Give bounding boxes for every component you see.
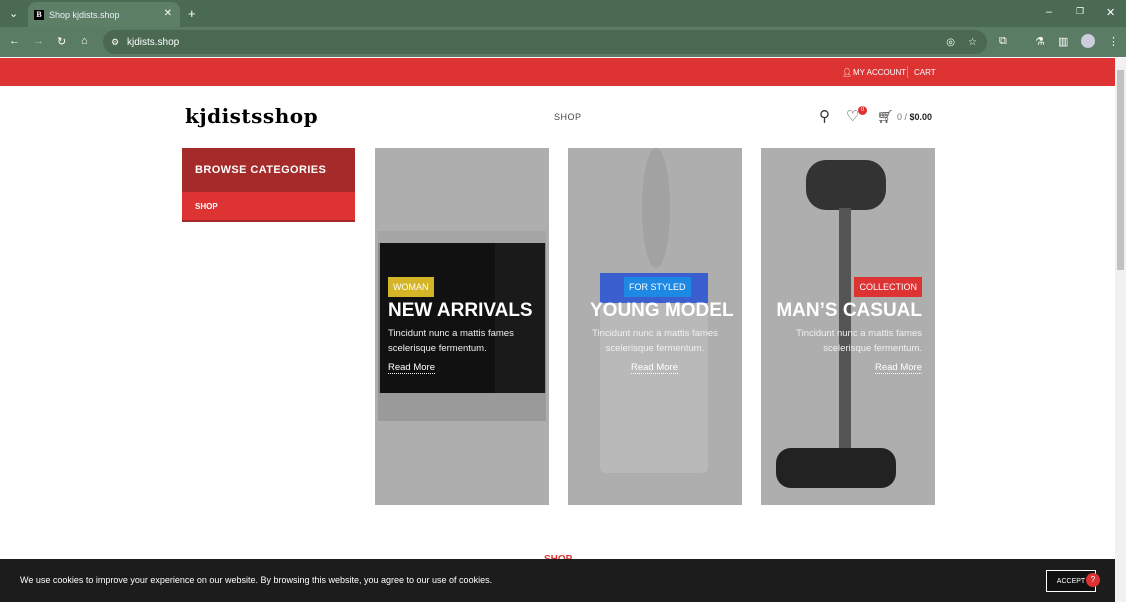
banner-description: Tincidunt nunc a mattis fames scelerisqu… (592, 328, 718, 354)
tab-title: Shop kjdists.shop (49, 9, 120, 20)
extensions-icon[interactable]: ⧉ (999, 35, 1007, 48)
search-icon[interactable]: ⚲ (819, 107, 830, 125)
back-icon[interactable]: ← (9, 35, 20, 47)
wishlist-count-badge: 0 (858, 106, 867, 115)
banner-title: MAN’S CASUAL (776, 300, 922, 321)
tab-search-icon[interactable]: ⌄ (9, 7, 18, 20)
banner-label: FOR STYLED (624, 277, 691, 297)
my-account-link[interactable]: MY ACCOUNT (853, 68, 906, 77)
cart-summary[interactable]: 0 / $0.00 (897, 112, 932, 122)
banner-label: COLLECTION (854, 277, 922, 297)
favicon: B (34, 9, 44, 20)
forward-icon[interactable]: → (33, 35, 44, 47)
banner-young-model[interactable]: FOR STYLED YOUNG MODEL Tincidunt nunc a … (568, 148, 742, 505)
eye-off-icon[interactable]: ◎ (946, 37, 955, 48)
side-panel-icon[interactable]: ▥ (1058, 35, 1068, 48)
cookie-text: We use cookies to improve your experienc… (20, 575, 493, 585)
banner-description: Tincidunt nunc a mattis fames scelerisqu… (796, 328, 922, 354)
banner-description: Tincidunt nunc a mattis fames scelerisqu… (388, 328, 514, 354)
menu-icon[interactable]: ⋮ (1108, 35, 1119, 48)
new-tab-icon[interactable]: + (188, 6, 196, 21)
labs-icon[interactable]: ⚗ (1035, 35, 1045, 48)
banner-new-arrivals[interactable]: WOMAN NEW ARRIVALS Tincidunt nunc a matt… (375, 148, 549, 505)
profile-avatar[interactable] (1081, 34, 1095, 48)
scrollbar[interactable] (1115, 58, 1126, 602)
site-logo[interactable]: kjdistsshop (185, 104, 318, 128)
close-window-icon[interactable]: ✕ (1106, 6, 1115, 19)
user-icon: 👤︎ (842, 68, 853, 77)
banner-title: YOUNG MODEL (590, 300, 734, 321)
cart-icon[interactable]: 🛒︎ (877, 109, 894, 125)
read-more-link[interactable]: Read More (875, 362, 922, 374)
cart-link[interactable]: CART (914, 68, 936, 77)
read-more-link[interactable]: Read More (388, 362, 435, 374)
bookmark-star-icon[interactable]: ☆ (968, 37, 977, 48)
restore-icon[interactable]: ❐ (1076, 6, 1084, 17)
close-tab-icon[interactable]: ✕ (164, 8, 172, 19)
banner-label: WOMAN (388, 277, 434, 297)
read-more-link[interactable]: Read More (631, 362, 678, 374)
banner-mans-casual[interactable]: COLLECTION MAN’S CASUAL Tincidunt nunc a… (761, 148, 935, 505)
url-text: kjdists.shop (127, 36, 180, 48)
top-bar: 👤︎ MY ACCOUNT CART (0, 58, 1115, 86)
browser-tab-strip: ⌄ B Shop kjdists.shop ✕ + – ❐ ✕ (0, 0, 1126, 27)
cookie-banner: We use cookies to improve your experienc… (0, 559, 1115, 602)
category-shop[interactable]: SHOP (182, 192, 355, 222)
help-icon[interactable]: ? (1086, 573, 1100, 587)
minimize-icon[interactable]: – (1046, 6, 1052, 18)
browser-toolbar: ← → ↻ ⌂ ⚙ kjdists.shop ◎ ☆ ⧉ ⚗ ▥ ⋮ (0, 27, 1126, 57)
browse-categories-title: BROWSE CATEGORIES (182, 148, 355, 192)
address-bar[interactable]: ⚙ kjdists.shop ◎ ☆ (103, 30, 987, 54)
nav-shop[interactable]: SHOP (554, 112, 582, 122)
banner-title: NEW ARRIVALS (388, 300, 533, 321)
reload-icon[interactable]: ↻ (57, 35, 66, 48)
browser-tab[interactable]: B Shop kjdists.shop ✕ (28, 2, 180, 27)
site-info-icon[interactable]: ⚙ (111, 37, 119, 48)
home-icon[interactable]: ⌂ (81, 35, 88, 47)
